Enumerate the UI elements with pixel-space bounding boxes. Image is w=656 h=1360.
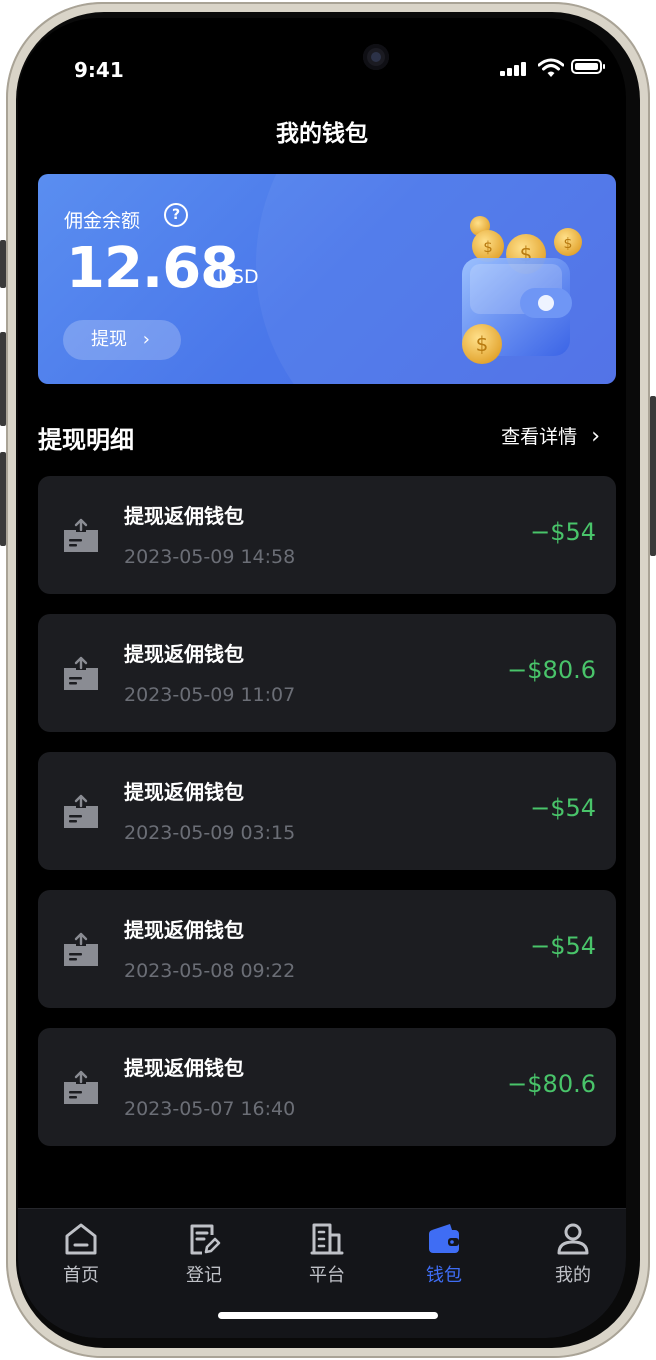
tab-label: 首页 — [63, 1265, 99, 1286]
view-details-label: 查看详情 — [501, 426, 578, 448]
transaction-date: 2023-05-09 11:07 — [124, 684, 296, 706]
transaction-item[interactable]: 提现返佣钱包 2023-05-07 16:40 −$80.6 — [38, 1028, 616, 1146]
transaction-date: 2023-05-09 14:58 — [124, 546, 296, 568]
tab-platform[interactable]: 平台 — [282, 1221, 372, 1287]
wifi-icon — [538, 58, 564, 77]
view-details-link[interactable]: 查看详情 › — [501, 422, 600, 449]
withdraw-label: 提现 — [91, 329, 127, 350]
transaction-title: 提现返佣钱包 — [124, 1056, 244, 1080]
transaction-date: 2023-05-08 09:22 — [124, 960, 296, 982]
status-bar: 9:41 — [18, 18, 626, 98]
screen: 9:41 我的钱包 佣金余额 ? 12.68 USD 提现 › $ $ $ $ … — [18, 18, 626, 1338]
tab-register[interactable]: 登记 — [159, 1221, 249, 1287]
balance-label: 佣金余额 — [64, 210, 141, 232]
status-time: 9:41 — [74, 58, 124, 82]
withdraw-card-icon — [64, 656, 98, 690]
tab-label: 钱包 — [426, 1265, 462, 1286]
chevron-right-icon: › — [142, 329, 150, 350]
tab-label: 我的 — [555, 1265, 591, 1286]
transaction-title: 提现返佣钱包 — [124, 780, 244, 804]
tab-label: 登记 — [186, 1265, 222, 1286]
battery-icon — [571, 59, 605, 74]
transaction-amount: −$54 — [530, 794, 596, 822]
withdraw-button[interactable]: 提现 › — [63, 320, 181, 360]
tab-home[interactable]: 首页 — [36, 1221, 126, 1287]
transaction-item[interactable]: 提现返佣钱包 2023-05-09 03:15 −$54 — [38, 752, 616, 870]
transaction-title: 提现返佣钱包 — [124, 642, 244, 666]
tab-profile[interactable]: 我的 — [528, 1221, 618, 1287]
withdraw-card-icon — [64, 932, 98, 966]
transaction-title: 提现返佣钱包 — [124, 504, 244, 528]
transaction-date: 2023-05-09 03:15 — [124, 822, 296, 844]
transaction-amount: −$80.6 — [507, 1070, 596, 1098]
transaction-amount: −$80.6 — [507, 656, 596, 684]
transaction-item[interactable]: 提现返佣钱包 2023-05-08 09:22 −$54 — [38, 890, 616, 1008]
edit-document-icon — [190, 1224, 221, 1255]
chevron-right-icon: › — [591, 424, 600, 449]
cellular-signal-icon — [500, 62, 526, 76]
wallet-icon — [429, 1224, 459, 1253]
tab-label: 平台 — [309, 1265, 345, 1286]
svg-text:$: $ — [564, 236, 573, 252]
home-icon — [65, 1223, 97, 1255]
front-camera — [363, 44, 389, 70]
withdraw-card-icon — [64, 794, 98, 828]
transaction-amount: −$54 — [530, 932, 596, 960]
power-button — [650, 396, 656, 556]
svg-text:$: $ — [483, 238, 493, 256]
section-title: 提现明细 — [38, 426, 134, 454]
transaction-title: 提现返佣钱包 — [124, 918, 244, 942]
transaction-date: 2023-05-07 16:40 — [124, 1098, 296, 1120]
building-icon — [310, 1223, 344, 1255]
page-title: 我的钱包 — [276, 121, 368, 147]
transaction-amount: −$54 — [530, 518, 596, 546]
transaction-item[interactable]: 提现返佣钱包 2023-05-09 11:07 −$80.6 — [38, 614, 616, 732]
question-circle-icon[interactable]: ? — [164, 203, 188, 227]
wallet-coins-illustration: $ $ $ $ — [462, 216, 582, 364]
svg-text:$: $ — [476, 332, 489, 356]
tab-wallet[interactable]: 钱包 — [399, 1221, 489, 1287]
withdraw-card-icon — [64, 1070, 98, 1104]
home-indicator[interactable] — [218, 1312, 438, 1319]
transaction-item[interactable]: 提现返佣钱包 2023-05-09 14:58 −$54 — [38, 476, 616, 594]
user-icon — [557, 1223, 589, 1255]
balance-unit: USD — [218, 266, 259, 288]
withdraw-card-icon — [64, 518, 98, 552]
balance-amount: 12.68 — [66, 236, 239, 301]
balance-card: 佣金余额 ? 12.68 USD 提现 › $ $ $ $ — [38, 174, 616, 384]
